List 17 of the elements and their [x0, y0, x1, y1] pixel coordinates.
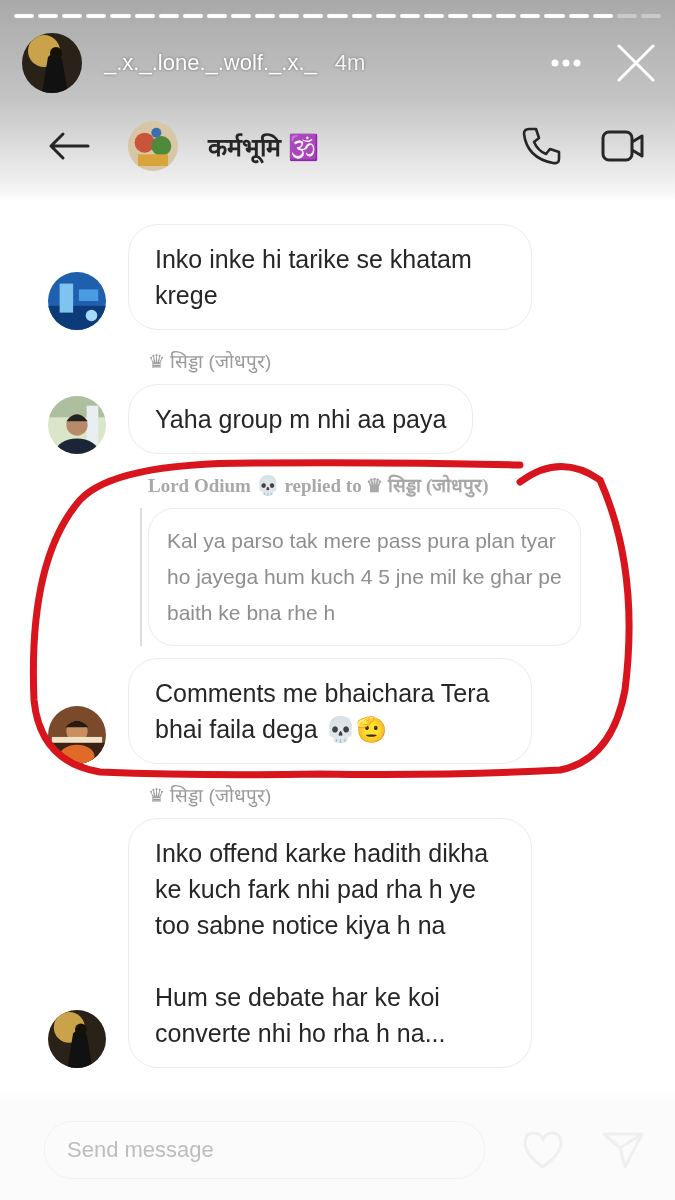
message-bubble: Yaha group m nhi aa paya [128, 384, 474, 454]
quoted-message: Kal ya parso tak mere pass pura plan tyar ho jayega hum kuch 4 5 jne mil ke ghar pe baith ke bna rhe h [148, 508, 581, 646]
video-icon[interactable] [601, 129, 645, 163]
more-icon[interactable] [551, 59, 581, 67]
message-bubble: Inko inke hi tarike se khatam krege [128, 224, 532, 330]
message-bubble: Inko offend karke hadith dikha ke kuch fark nhi pad rha h ye too sabne notice kiya h na Hum se debate har ke koi converte nhi ho rha h na... [128, 818, 532, 1068]
chat-title: कर्मभूमि 🕉 [208, 129, 319, 163]
back-icon[interactable] [48, 131, 90, 161]
close-icon[interactable] [617, 44, 655, 82]
username[interactable]: _.x._.lone._.wolf._.x._ [104, 50, 317, 76]
sender-label: Lord Odium 💀 replied to ♛ सिड्डा (जोधपुर) [148, 473, 490, 498]
message-bubble: Comments me bhaichara Tera bhai faila dega 💀🫡 [128, 658, 532, 764]
phone-icon[interactable] [521, 126, 561, 166]
timestamp: 4m [334, 50, 366, 76]
sender-label: ♛ सिड्डा (जोधपुर) [148, 784, 273, 808]
message-field[interactable]: Send message [44, 1121, 485, 1179]
sender-label: ♛ सिड्डा (जोधपुर) [148, 350, 273, 374]
